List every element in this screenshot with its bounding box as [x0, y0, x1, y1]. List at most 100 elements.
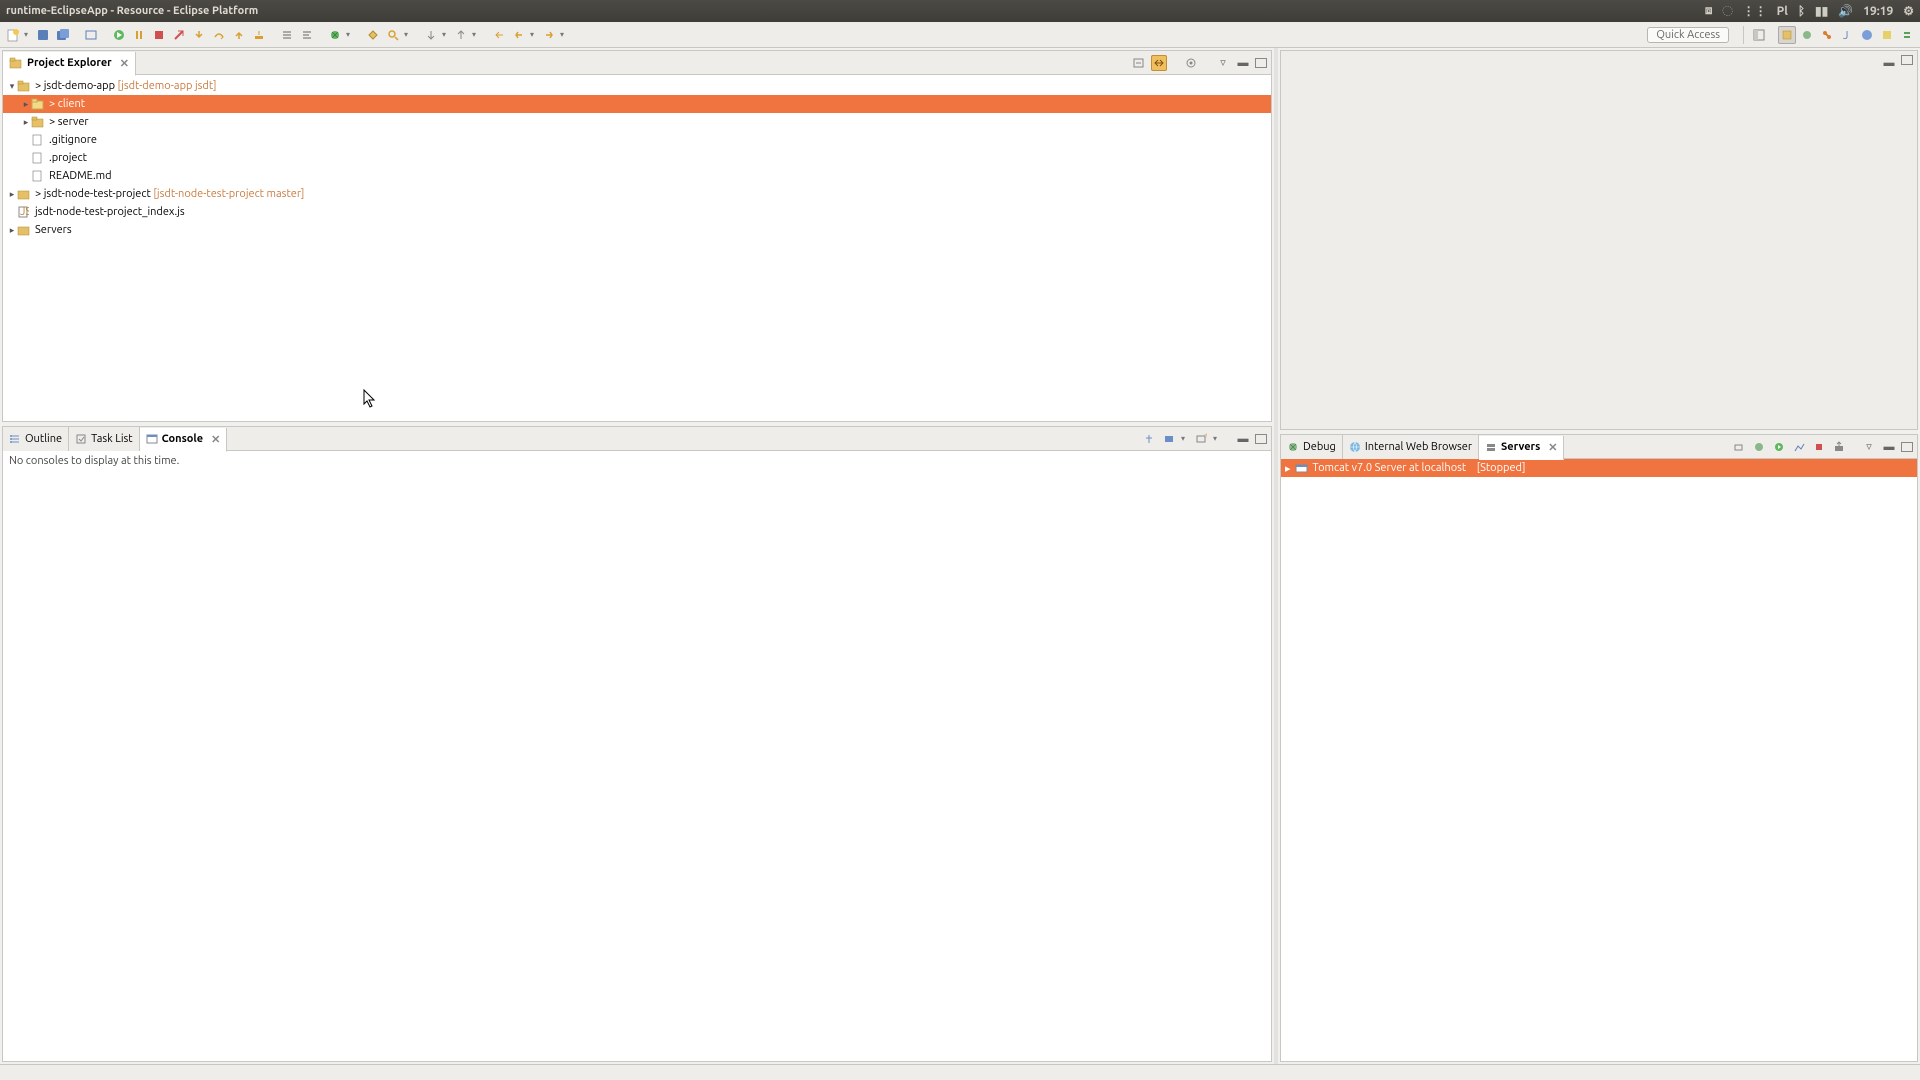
- tree-file-project[interactable]: .project: [3, 149, 1271, 167]
- clock[interactable]: 19:19: [1863, 5, 1893, 18]
- tree-project-jsdt-demo-app[interactable]: ▾ > jsdt-demo-app [jsdt-demo-app jsdt]: [3, 77, 1271, 95]
- minimize-icon[interactable]: ▬: [1881, 55, 1897, 71]
- maximize-icon[interactable]: [1901, 442, 1913, 452]
- minimize-icon[interactable]: ▬: [1235, 55, 1251, 71]
- view-menu-icon[interactable]: ▿: [1861, 439, 1877, 455]
- tree-file-readme[interactable]: README.md: [3, 167, 1271, 185]
- search-icon[interactable]: [384, 26, 402, 44]
- dropbox-icon[interactable]: ⧈: [1705, 4, 1713, 18]
- tree-file-index-js[interactable]: JS jsdt-node-test-project_index.js: [3, 203, 1271, 221]
- workbench: Project Explorer ✕ ▿ ▬ ▾: [0, 48, 1920, 1064]
- js-perspective-icon[interactable]: [1878, 26, 1896, 44]
- maximize-icon[interactable]: [1255, 58, 1267, 68]
- tree-file-gitignore[interactable]: .gitignore: [3, 131, 1271, 149]
- new-server-icon[interactable]: [1731, 439, 1747, 455]
- expand-toggle-icon[interactable]: ▸: [21, 117, 31, 128]
- pin-console-icon[interactable]: [1141, 431, 1157, 447]
- forward-icon[interactable]: [540, 26, 558, 44]
- servers-body[interactable]: ▸ Tomcat v7.0 Server at localhost [Stopp…: [1281, 459, 1917, 1061]
- volume-icon[interactable]: 🔊: [1838, 4, 1853, 18]
- quick-access-field[interactable]: Quick Access: [1647, 27, 1729, 43]
- minimize-icon[interactable]: ▬: [1235, 431, 1251, 447]
- bluetooth-icon[interactable]: ᛒ: [1798, 5, 1805, 18]
- new-icon[interactable]: [4, 26, 22, 44]
- step-over-icon[interactable]: [210, 26, 228, 44]
- resource-perspective-icon[interactable]: [1778, 26, 1796, 44]
- window-titlebar: runtime-EclipseApp - Resource - Eclipse …: [0, 0, 1920, 22]
- prev-annotation-icon[interactable]: [452, 26, 470, 44]
- view-menu-icon[interactable]: ▿: [1215, 55, 1231, 71]
- keyboard-indicator[interactable]: Pl: [1777, 5, 1788, 18]
- debug-tab[interactable]: Debug: [1281, 435, 1343, 459]
- chat-icon[interactable]: ◌: [1722, 5, 1732, 18]
- terminate-icon[interactable]: [150, 26, 168, 44]
- git-perspective-icon[interactable]: [1818, 26, 1836, 44]
- maximize-icon[interactable]: [1901, 55, 1913, 65]
- profile-server-icon[interactable]: [1791, 439, 1807, 455]
- minimize-icon[interactable]: ▬: [1881, 439, 1897, 455]
- search-dropdown[interactable]: ▾: [404, 30, 412, 39]
- link-editor-icon[interactable]: [1151, 55, 1167, 71]
- outline-tab[interactable]: Outline: [3, 427, 69, 451]
- step-return-icon[interactable]: [230, 26, 248, 44]
- next-annotation-icon[interactable]: [422, 26, 440, 44]
- expand-toggle-icon[interactable]: ▸: [7, 225, 17, 236]
- project-explorer-tabbar: Project Explorer ✕ ▿ ▬: [3, 51, 1271, 75]
- wifi-icon[interactable]: ⋮⋮: [1743, 4, 1767, 18]
- close-icon[interactable]: ✕: [211, 433, 220, 446]
- task-list-tab[interactable]: Task List: [69, 427, 140, 451]
- start-debug-icon[interactable]: [1751, 439, 1767, 455]
- editor-area[interactable]: ▬: [1280, 50, 1918, 430]
- toggle-mark-icon[interactable]: [278, 26, 296, 44]
- new-dropdown[interactable]: ▾: [24, 30, 32, 39]
- save-all-icon[interactable]: [54, 26, 72, 44]
- focus-task-icon[interactable]: [1183, 55, 1199, 71]
- team-sync-perspective-icon[interactable]: [1898, 26, 1916, 44]
- close-icon[interactable]: ✕: [1548, 441, 1557, 454]
- toggle-breadcrumb-icon[interactable]: [82, 26, 100, 44]
- debug-perspective-icon[interactable]: [1798, 26, 1816, 44]
- collapse-all-icon[interactable]: [1131, 55, 1147, 71]
- svg-text:+: +: [1204, 433, 1207, 441]
- disconnect-icon[interactable]: [170, 26, 188, 44]
- servers-tab[interactable]: Servers ✕: [1479, 436, 1564, 460]
- drop-to-frame-icon[interactable]: [250, 26, 268, 44]
- java-perspective-icon[interactable]: J: [1838, 26, 1856, 44]
- tree-project-servers[interactable]: ▸ Servers: [3, 221, 1271, 239]
- browser-tab[interactable]: Internal Web Browser: [1343, 435, 1479, 459]
- debug-dropdown-icon[interactable]: [326, 26, 344, 44]
- expand-toggle-icon[interactable]: ▸: [21, 99, 31, 110]
- project-explorer-tree[interactable]: ▾ > jsdt-demo-app [jsdt-demo-app jsdt] ▸…: [3, 75, 1271, 421]
- project-explorer-tab[interactable]: Project Explorer ✕: [3, 52, 136, 76]
- console-body: No consoles to display at this time.: [3, 451, 1271, 1061]
- display-console-icon[interactable]: [1161, 431, 1177, 447]
- step-into-icon[interactable]: [190, 26, 208, 44]
- console-tab[interactable]: Console ✕: [140, 428, 228, 452]
- tree-folder-client[interactable]: ▸ > client: [3, 95, 1271, 113]
- tree-folder-server[interactable]: ▸ > server: [3, 113, 1271, 131]
- expand-toggle-icon[interactable]: ▸: [7, 189, 17, 200]
- debug-dropdown[interactable]: ▾: [346, 30, 354, 39]
- start-server-icon[interactable]: [1771, 439, 1787, 455]
- open-type-icon[interactable]: [364, 26, 382, 44]
- last-edit-icon[interactable]: [490, 26, 508, 44]
- suspend-icon[interactable]: [130, 26, 148, 44]
- back-icon[interactable]: [510, 26, 528, 44]
- save-icon[interactable]: [34, 26, 52, 44]
- maximize-icon[interactable]: [1255, 434, 1267, 444]
- run-icon[interactable]: [110, 26, 128, 44]
- bottom-tabbar: Outline Task List Console ✕ ▾ +▾ ▬: [3, 427, 1271, 451]
- server-tomcat[interactable]: ▸ Tomcat v7.0 Server at localhost [Stopp…: [1281, 459, 1917, 477]
- tree-project-jsdt-node-test[interactable]: ▸ > jsdt-node-test-project [jsdt-node-te…: [3, 185, 1271, 203]
- stop-server-icon[interactable]: [1811, 439, 1827, 455]
- expand-toggle-icon[interactable]: ▾: [7, 81, 17, 92]
- publish-icon[interactable]: [1831, 439, 1847, 455]
- close-icon[interactable]: ✕: [120, 57, 129, 70]
- toggle-block-icon[interactable]: [298, 26, 316, 44]
- javaee-perspective-icon[interactable]: [1858, 26, 1876, 44]
- open-console-icon[interactable]: +: [1193, 431, 1209, 447]
- settings-gear-icon[interactable]: ⚙: [1903, 4, 1914, 18]
- expand-toggle-icon[interactable]: ▸: [1285, 462, 1291, 475]
- battery-icon[interactable]: ▮▮: [1815, 4, 1828, 18]
- open-perspective-icon[interactable]: [1750, 26, 1768, 44]
